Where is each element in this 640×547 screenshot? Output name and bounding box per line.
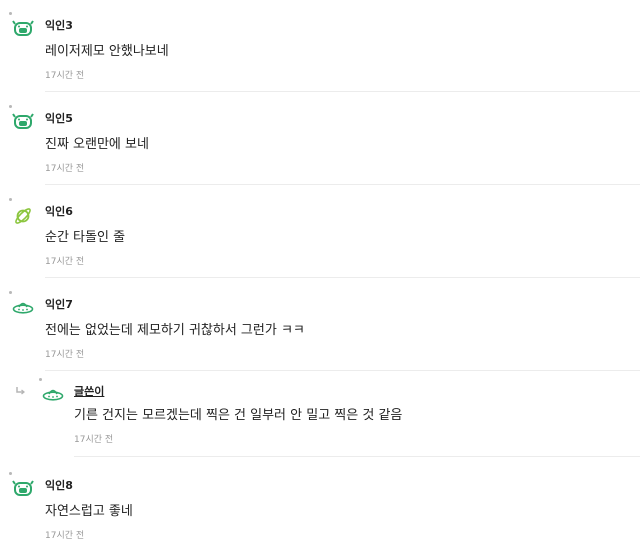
comment-list: 익인3 레이저제모 안했나보네 17시간 전 익인5 진짜 오랜만에 보네 17… <box>0 0 640 547</box>
comment-timestamp: 17시간 전 <box>45 257 85 267</box>
comment-author[interactable]: 익인6 <box>45 203 73 219</box>
bullet-dot <box>9 105 12 108</box>
comment-author[interactable]: 익인8 <box>45 477 73 493</box>
reply-item: 글쓴이 기른 건지는 모르겠는데 찍은 건 일부러 안 밀고 찍은 것 같음 1… <box>0 378 640 460</box>
comment-timestamp: 17시간 전 <box>74 435 114 445</box>
comment-text: 순간 타돌인 줄 <box>45 230 126 245</box>
comment-timestamp: 17시간 전 <box>45 71 85 81</box>
ufo-icon <box>12 302 34 314</box>
comment-author-op[interactable]: 글쓴이 <box>74 383 104 399</box>
comment-text: 진짜 오랜만에 보네 <box>45 137 149 152</box>
bullet-dot <box>9 12 12 15</box>
bullet-dot <box>39 378 42 381</box>
comment-item: 익인5 진짜 오랜만에 보네 17시간 전 <box>0 105 640 187</box>
comment-item: 익인8 자연스럽고 좋네 17시간 전 <box>0 472 640 547</box>
comment-text: 기른 건지는 모르겠는데 찍은 건 일부러 안 밀고 찍은 것 같음 <box>74 408 403 423</box>
comment-text: 전에는 없었는데 제모하기 귀찮하서 그런가 ㅋㅋ <box>45 323 305 338</box>
pig-face-icon <box>12 20 34 36</box>
avatar <box>9 291 40 321</box>
comment-author[interactable]: 익인3 <box>45 17 73 33</box>
divider <box>45 91 640 92</box>
comment-item: 익인7 전에는 없었는데 제모하기 귀찮하서 그런가 ㅋㅋ 17시간 전 <box>0 291 640 373</box>
comment-item: 익인6 순간 타돌인 줄 17시간 전 <box>0 198 640 280</box>
reply-arrow-icon <box>16 387 25 395</box>
comment-timestamp: 17시간 전 <box>45 350 85 360</box>
avatar <box>9 105 40 135</box>
bullet-dot <box>9 291 12 294</box>
avatar <box>9 198 40 228</box>
comment-timestamp: 17시간 전 <box>45 164 85 174</box>
comment-author[interactable]: 익인5 <box>45 110 73 126</box>
avatar <box>9 472 40 502</box>
comment-item: 익인3 레이저제모 안했나보네 17시간 전 <box>0 12 640 94</box>
divider <box>45 277 640 278</box>
pig-face-icon <box>12 480 34 496</box>
comment-timestamp: 17시간 전 <box>45 531 85 541</box>
planet-icon <box>15 208 31 224</box>
ufo-icon <box>42 389 64 401</box>
bullet-dot <box>9 472 12 475</box>
avatar <box>9 12 40 42</box>
bullet-dot <box>9 198 12 201</box>
comment-author[interactable]: 익인7 <box>45 296 73 312</box>
pig-face-icon <box>12 113 34 129</box>
divider <box>45 184 640 185</box>
divider <box>74 456 640 457</box>
comment-text: 레이저제모 안했나보네 <box>45 44 169 59</box>
comment-text: 자연스럽고 좋네 <box>45 504 133 519</box>
avatar <box>39 378 70 408</box>
divider <box>45 370 640 371</box>
